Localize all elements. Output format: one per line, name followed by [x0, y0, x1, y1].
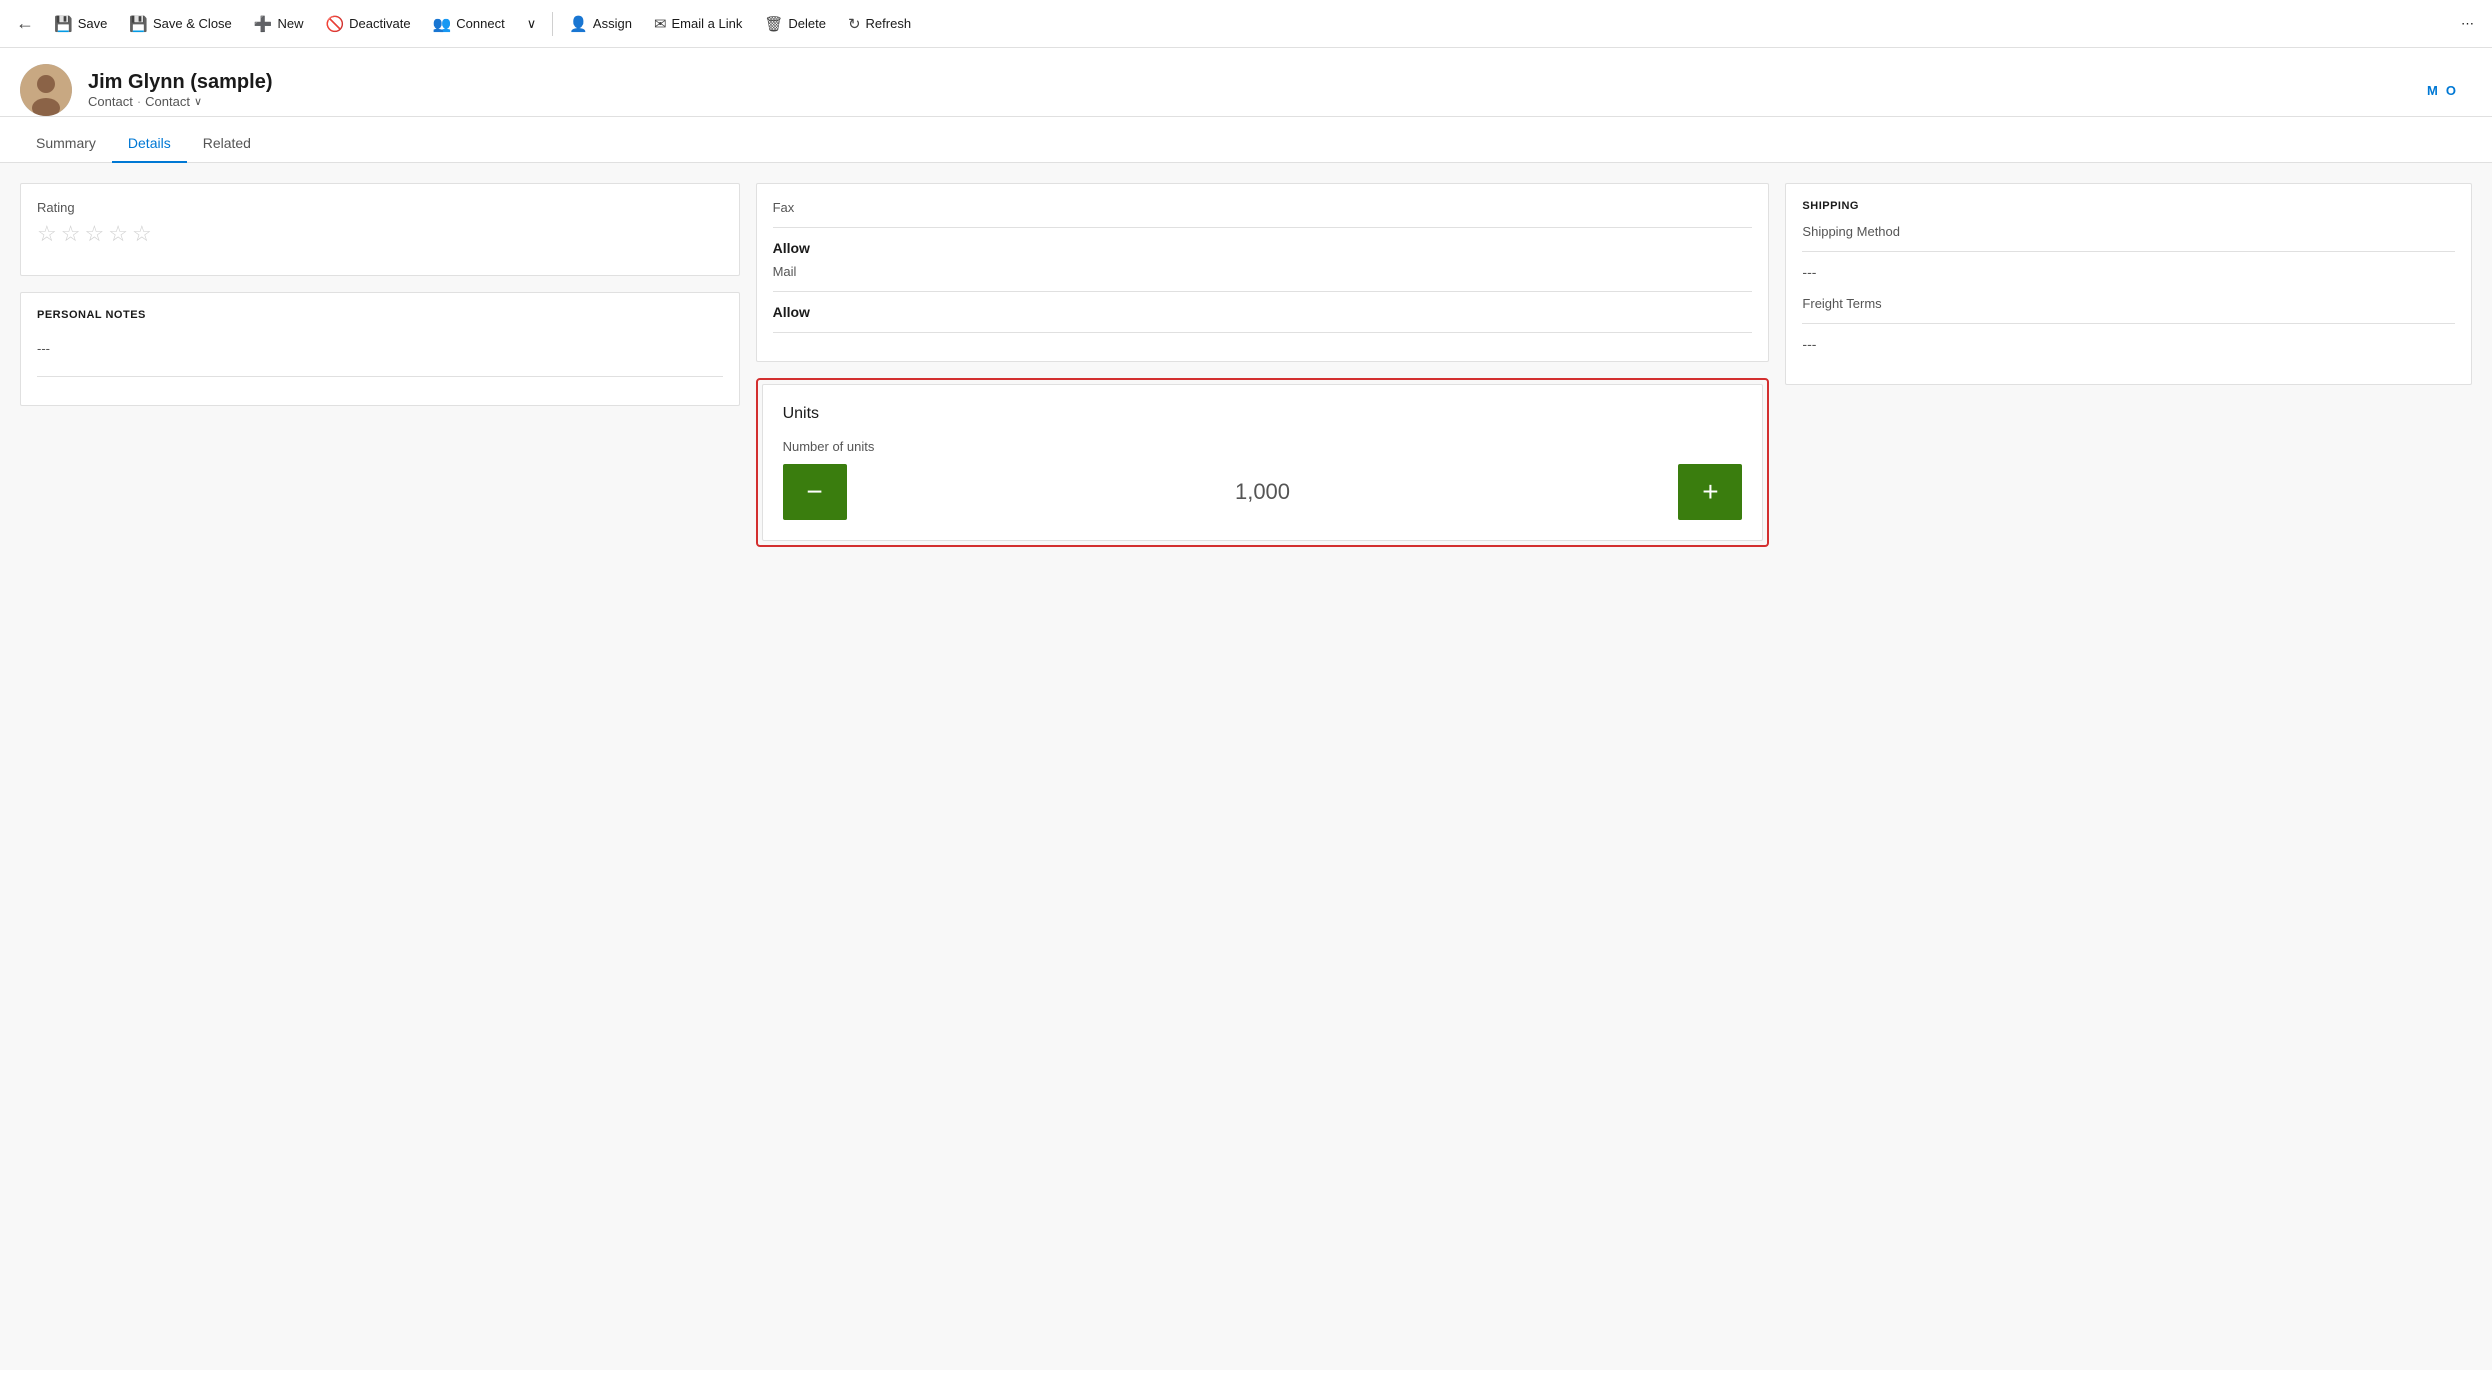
record-type1: Contact — [88, 94, 133, 109]
shipping-method-field: Shipping Method --- — [1802, 224, 2455, 280]
header-initial: M — [2427, 83, 2438, 98]
refresh-icon: ↻ — [848, 15, 861, 33]
back-icon: ← — [16, 13, 34, 33]
units-highlight-wrapper: Units Number of units − 1,000 + — [756, 378, 1770, 547]
deactivate-icon: 🚫 — [325, 15, 344, 33]
shipping-title: SHIPPING — [1802, 200, 2455, 212]
header-label2: O — [2446, 83, 2456, 98]
delete-button[interactable]: 🗑 Delete — [754, 9, 836, 39]
record-type2: Contact — [145, 94, 190, 109]
save-close-button[interactable]: 💾 Save & Close — [119, 9, 241, 39]
mail-bottom-divider — [773, 332, 1753, 333]
personal-notes-value[interactable]: --- — [37, 333, 723, 364]
star-3[interactable]: ☆ — [84, 221, 104, 247]
delete-icon: 🗑 — [764, 15, 783, 33]
personal-notes-card: PERSONAL NOTES --- — [20, 292, 740, 406]
save-button[interactable]: 💾 Save — [44, 9, 117, 39]
mail-label: Mail — [773, 264, 1753, 279]
center-column: Fax Allow Mail Allow Units Number of uni… — [756, 183, 1786, 1350]
shipping-card: SHIPPING Shipping Method --- Freight Ter… — [1785, 183, 2472, 385]
units-value: 1,000 — [863, 479, 1663, 505]
connect-icon: 👥 — [433, 15, 452, 33]
record-subtitle: Contact · Contact ∨ — [88, 94, 2411, 109]
rating-stars[interactable]: ☆ ☆ ☆ ☆ ☆ — [37, 221, 723, 247]
save-icon: 💾 — [54, 15, 73, 33]
units-title: Units — [783, 405, 1743, 423]
units-card: Units Number of units − 1,000 + — [762, 384, 1764, 541]
freight-terms-label: Freight Terms — [1802, 296, 2455, 311]
contact-info-card: Fax Allow Mail Allow — [756, 183, 1770, 362]
units-minus-button[interactable]: − — [783, 464, 847, 520]
new-icon: ➕ — [254, 15, 273, 33]
freight-terms-field: Freight Terms --- — [1802, 296, 2455, 352]
connect-button[interactable]: 👥 Connect — [423, 9, 515, 39]
right-column: SHIPPING Shipping Method --- Freight Ter… — [1785, 183, 2472, 1350]
star-2[interactable]: ☆ — [61, 221, 81, 247]
tab-details[interactable]: Details — [112, 125, 187, 163]
email-link-button[interactable]: ✉ Email a Link — [644, 9, 752, 39]
mail-divider — [773, 291, 1753, 292]
star-1[interactable]: ☆ — [37, 221, 57, 247]
more-button[interactable]: ⋯ — [2451, 10, 2484, 38]
save-close-icon: 💾 — [129, 15, 148, 33]
email-icon: ✉ — [654, 15, 667, 33]
new-button[interactable]: ➕ New — [244, 9, 314, 39]
assign-icon: 👤 — [569, 15, 588, 33]
tab-summary[interactable]: Summary — [20, 125, 112, 163]
content-area: Rating ☆ ☆ ☆ ☆ ☆ PERSONAL NOTES --- Fax … — [0, 163, 2492, 1370]
more-icon: ⋯ — [2461, 16, 2474, 32]
shipping-method-label: Shipping Method — [1802, 224, 2455, 239]
record-header: Jim Glynn (sample) Contact · Contact ∨ M… — [0, 48, 2492, 117]
fax-label: Fax — [773, 200, 1753, 215]
chevron-down-icon: ∨ — [527, 16, 537, 32]
subtitle-dropdown[interactable]: ∨ — [194, 95, 202, 108]
units-plus-button[interactable]: + — [1678, 464, 1742, 520]
units-control: − 1,000 + — [783, 464, 1743, 520]
subtitle-dot: · — [137, 94, 141, 109]
star-4[interactable]: ☆ — [108, 221, 128, 247]
mail-field-row: Mail Allow — [773, 264, 1753, 333]
assign-button[interactable]: 👤 Assign — [559, 9, 642, 39]
fax-divider — [773, 227, 1753, 228]
record-name: Jim Glynn (sample) — [88, 71, 2411, 94]
avatar — [20, 64, 72, 116]
minus-icon: − — [806, 476, 822, 508]
tab-related[interactable]: Related — [187, 125, 267, 163]
freight-divider — [1802, 323, 2455, 324]
star-5[interactable]: ☆ — [132, 221, 152, 247]
plus-icon: + — [1702, 476, 1718, 508]
tabs-bar: Summary Details Related — [0, 125, 2492, 163]
fax-field-row: Fax Allow — [773, 200, 1753, 256]
header-user-info: M O — [2427, 83, 2456, 98]
shipping-method-divider — [1802, 251, 2455, 252]
mail-value: Allow — [773, 304, 1753, 320]
refresh-button[interactable]: ↻ Refresh — [838, 9, 921, 39]
personal-notes-title: PERSONAL NOTES — [37, 309, 723, 321]
toolbar-divider — [552, 12, 553, 36]
rating-label: Rating — [37, 200, 723, 215]
units-field-label: Number of units — [783, 439, 1743, 454]
rating-card: Rating ☆ ☆ ☆ ☆ ☆ — [20, 183, 740, 276]
deactivate-button[interactable]: 🚫 Deactivate — [315, 9, 420, 39]
toolbar: ← 💾 Save 💾 Save & Close ➕ New 🚫 Deactiva… — [0, 0, 2492, 48]
freight-terms-value: --- — [1802, 336, 2455, 352]
notes-divider — [37, 376, 723, 377]
shipping-method-value: --- — [1802, 264, 2455, 280]
record-title-block: Jim Glynn (sample) Contact · Contact ∨ — [88, 71, 2411, 109]
fax-value: Allow — [773, 240, 1753, 256]
left-column: Rating ☆ ☆ ☆ ☆ ☆ PERSONAL NOTES --- — [20, 183, 756, 1350]
connect-dropdown-button[interactable]: ∨ — [517, 10, 547, 38]
back-button[interactable]: ← — [8, 7, 42, 40]
